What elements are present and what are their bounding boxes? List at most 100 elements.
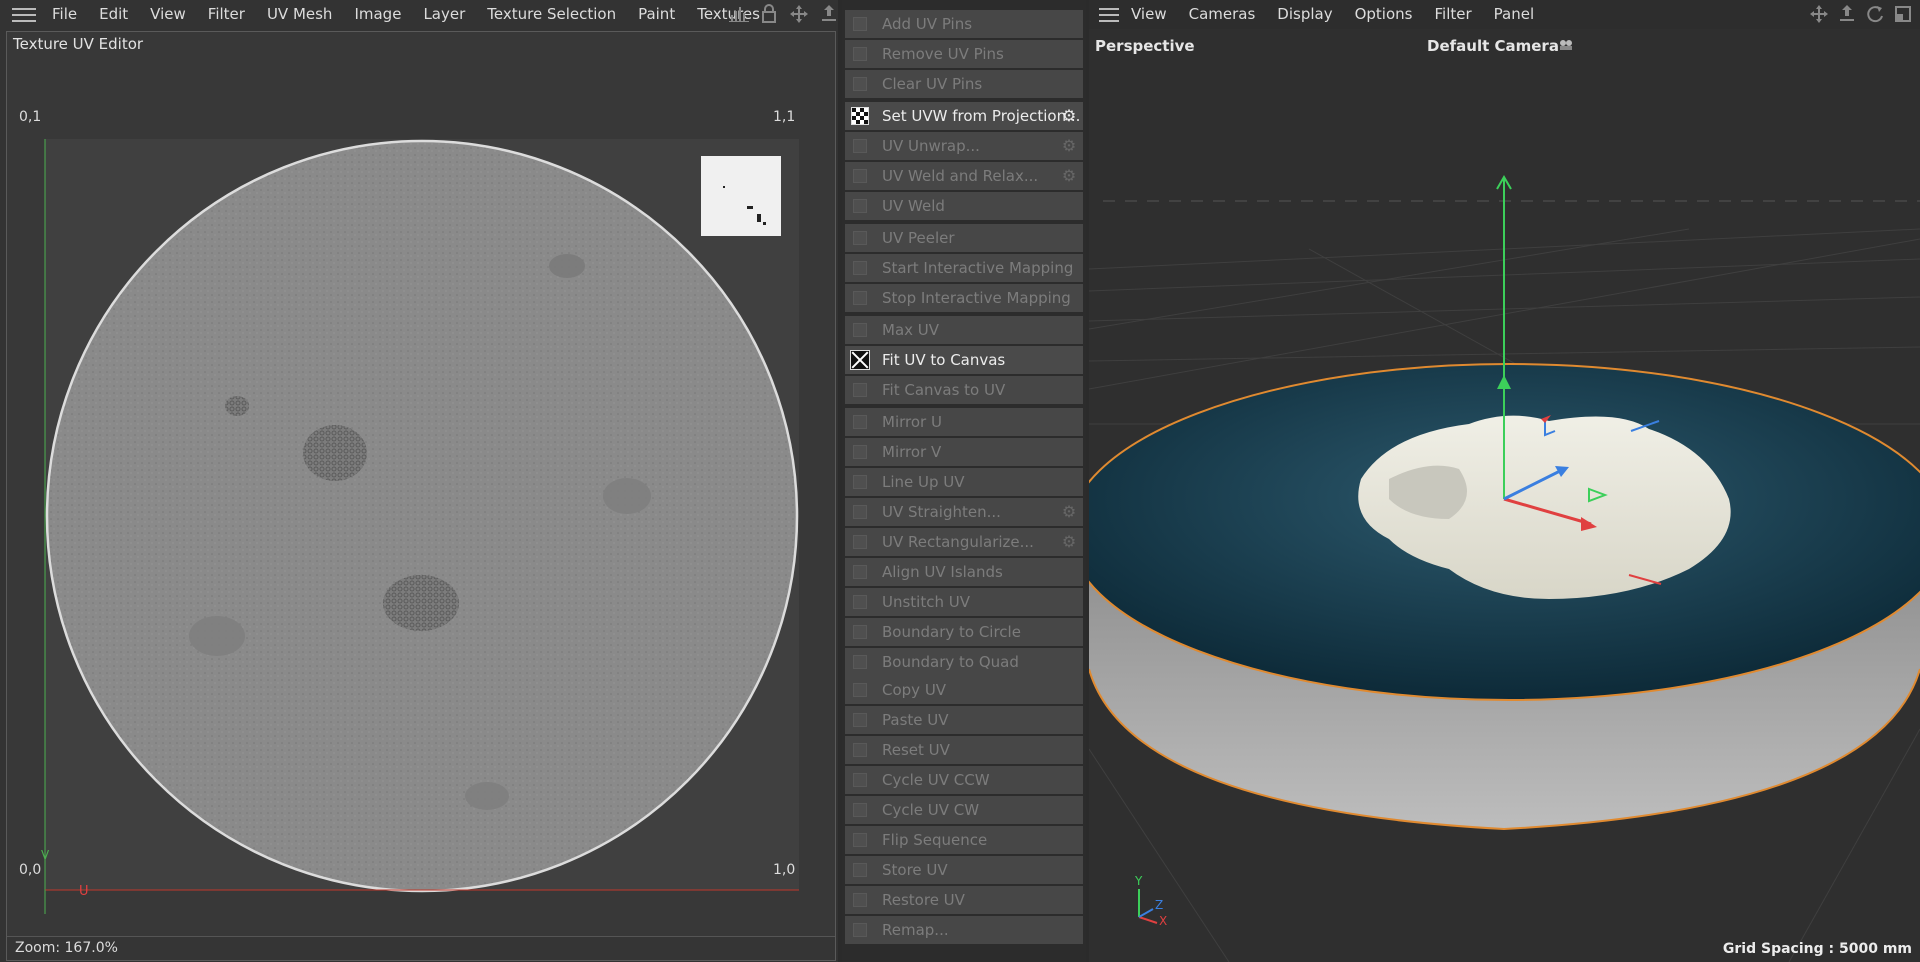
uv-canvas[interactable]	[7, 76, 835, 914]
arrow-down-icon[interactable]	[818, 3, 840, 25]
palette-item-label: UV Weld and Relax...	[882, 167, 1039, 185]
boundary-to-quad-button[interactable]: Boundary to Quad	[845, 648, 1083, 676]
menu-image[interactable]: Image	[343, 0, 412, 29]
align-uv-islands-icon	[850, 562, 870, 582]
copy-uv-button[interactable]: Copy UV	[845, 676, 1083, 704]
palette-group: UV Peeler Start Interactive Mapping Stop I…	[845, 224, 1083, 314]
stop-interactive-mapping-button[interactable]: Stop Interactive Mapping	[845, 284, 1083, 312]
palette-item-label: Mirror U	[882, 413, 942, 431]
unstitch-uv-button[interactable]: Unstitch UV	[845, 588, 1083, 616]
camera-name[interactable]: Default Camera	[1427, 37, 1559, 55]
start-interactive-mapping-button[interactable]: Start Interactive Mapping	[845, 254, 1083, 282]
uv-weld-button[interactable]: UV Weld	[845, 192, 1083, 220]
menu-paint[interactable]: Paint	[627, 0, 686, 29]
add-uv-pins-icon	[850, 14, 870, 34]
restore-uv-button[interactable]: Restore UV	[845, 886, 1083, 914]
boundary-to-circle-button[interactable]: Boundary to Circle	[845, 618, 1083, 646]
fit-canvas-to-uv-button[interactable]: Fit Canvas to UV	[845, 376, 1083, 404]
mirror-u-icon	[850, 412, 870, 432]
uv-unwrap-icon	[850, 136, 870, 156]
lock-icon[interactable]	[758, 3, 780, 25]
menu-texture-selection[interactable]: Texture Selection	[476, 0, 627, 29]
palette-group: Set UVW from Projection... ⚙ UV Unwrap... ⚙…	[845, 102, 1083, 222]
uv-rectangularize-button[interactable]: UV Rectangularize... ⚙	[845, 528, 1083, 556]
remove-uv-pins-button[interactable]: Remove UV Pins	[845, 40, 1083, 68]
uv-straighten-button[interactable]: UV Straighten... ⚙	[845, 498, 1083, 526]
uv-unwrap-button[interactable]: UV Unwrap... ⚙	[845, 132, 1083, 160]
uv-peeler-icon	[850, 228, 870, 248]
palette-item-label: Remap...	[882, 921, 949, 939]
menu-vp-panel[interactable]: Panel	[1483, 0, 1545, 29]
menu-edit[interactable]: Edit	[88, 0, 139, 29]
line-up-uv-button[interactable]: Line Up UV	[845, 468, 1083, 496]
palette-item-label: Unstitch UV	[882, 593, 970, 611]
move-icon[interactable]	[1808, 3, 1830, 25]
menu-uv-mesh[interactable]: UV Mesh	[256, 0, 344, 29]
unstitch-uv-icon	[850, 592, 870, 612]
gizmo-x-label: X	[1159, 914, 1168, 928]
gear-icon[interactable]: ⚙	[1059, 532, 1079, 552]
viewport-canvas[interactable]	[1089, 29, 1920, 962]
palette-group: Add UV Pins Remove UV Pins Clear UV Pins	[845, 10, 1083, 100]
uv-weld-and-relax-button[interactable]: UV Weld and Relax... ⚙	[845, 162, 1083, 190]
menu-layer[interactable]: Layer	[412, 0, 476, 29]
align-uv-islands-button[interactable]: Align UV Islands	[845, 558, 1083, 586]
cycle-uv-cw-button[interactable]: Cycle UV CW	[845, 796, 1083, 824]
chart-icon[interactable]	[728, 3, 750, 25]
paste-uv-button[interactable]: Paste UV	[845, 706, 1083, 734]
clear-uv-pins-icon	[850, 74, 870, 94]
palette-item-label: Restore UV	[882, 891, 965, 909]
menu-vp-filter[interactable]: Filter	[1423, 0, 1482, 29]
palette-item-label: UV Rectangularize...	[882, 533, 1034, 551]
clear-uv-pins-button[interactable]: Clear UV Pins	[845, 70, 1083, 98]
flip-sequence-icon	[850, 830, 870, 850]
set-uvw-from-projection-button[interactable]: Set UVW from Projection... ⚙	[845, 102, 1083, 130]
palette-item-label: Add UV Pins	[882, 15, 973, 33]
menu-vp-display[interactable]: Display	[1266, 0, 1343, 29]
boundary-to-quad-icon	[850, 652, 870, 672]
reset-uv-button[interactable]: Reset UV	[845, 736, 1083, 764]
hamburger-menu-icon[interactable]	[12, 4, 36, 26]
fit-uv-to-canvas-button[interactable]: Fit UV to Canvas	[845, 346, 1083, 374]
fit-icon	[850, 350, 870, 370]
mirror-u-button[interactable]: Mirror U	[845, 408, 1083, 436]
uv-rectangularize-icon	[850, 532, 870, 552]
palette-item-label: Max UV	[882, 321, 940, 339]
gear-icon[interactable]: ⚙	[1059, 502, 1079, 522]
palette-item-label: UV Peeler	[882, 229, 955, 247]
max-uv-button[interactable]: Max UV	[845, 316, 1083, 344]
menu-vp-options[interactable]: Options	[1344, 0, 1424, 29]
mirror-v-button[interactable]: Mirror V	[845, 438, 1083, 466]
gear-icon[interactable]: ⚙	[1059, 136, 1079, 156]
add-uv-pins-button[interactable]: Add UV Pins	[845, 10, 1083, 38]
palette-item-label: Paste UV	[882, 711, 949, 729]
coord-top-left: 0,1	[19, 109, 42, 125]
menu-vp-view[interactable]: View	[1125, 0, 1178, 29]
move-icon[interactable]	[788, 3, 810, 25]
palette-group: Copy UV Paste UV Reset UV Cycle UV CCW Cycle…	[845, 676, 1083, 946]
cycle-uv-ccw-button[interactable]: Cycle UV CCW	[845, 766, 1083, 794]
menu-file[interactable]: File	[46, 0, 88, 29]
camera-icon[interactable]	[1557, 37, 1575, 53]
hamburger-menu-icon[interactable]	[1099, 4, 1119, 26]
palette-item-label: UV Straighten...	[882, 503, 1001, 521]
gear-icon[interactable]: ⚙	[1059, 166, 1079, 186]
cycle-uv-ccw-icon	[850, 770, 870, 790]
uv-peeler-button[interactable]: UV Peeler	[845, 224, 1083, 252]
menu-vp-cameras[interactable]: Cameras	[1178, 0, 1267, 29]
maximize-icon[interactable]	[1892, 3, 1914, 25]
rotate-icon[interactable]	[1864, 3, 1886, 25]
remap-icon	[850, 920, 870, 940]
copy-uv-icon	[850, 680, 870, 700]
remap-button[interactable]: Remap...	[845, 916, 1083, 944]
menu-view[interactable]: View	[139, 0, 197, 29]
palette-item-label: Remove UV Pins	[882, 45, 1004, 63]
menu-filter[interactable]: Filter	[197, 0, 256, 29]
store-uv-button[interactable]: Store UV	[845, 856, 1083, 884]
palette-item-label: Cycle UV CW	[882, 801, 980, 819]
gear-icon[interactable]: ⚙	[1059, 106, 1079, 126]
arrow-down-icon[interactable]	[1836, 3, 1858, 25]
flip-sequence-button[interactable]: Flip Sequence	[845, 826, 1083, 854]
axis-u-label: U	[79, 884, 89, 899]
panel-title: Texture UV Editor	[13, 35, 144, 53]
